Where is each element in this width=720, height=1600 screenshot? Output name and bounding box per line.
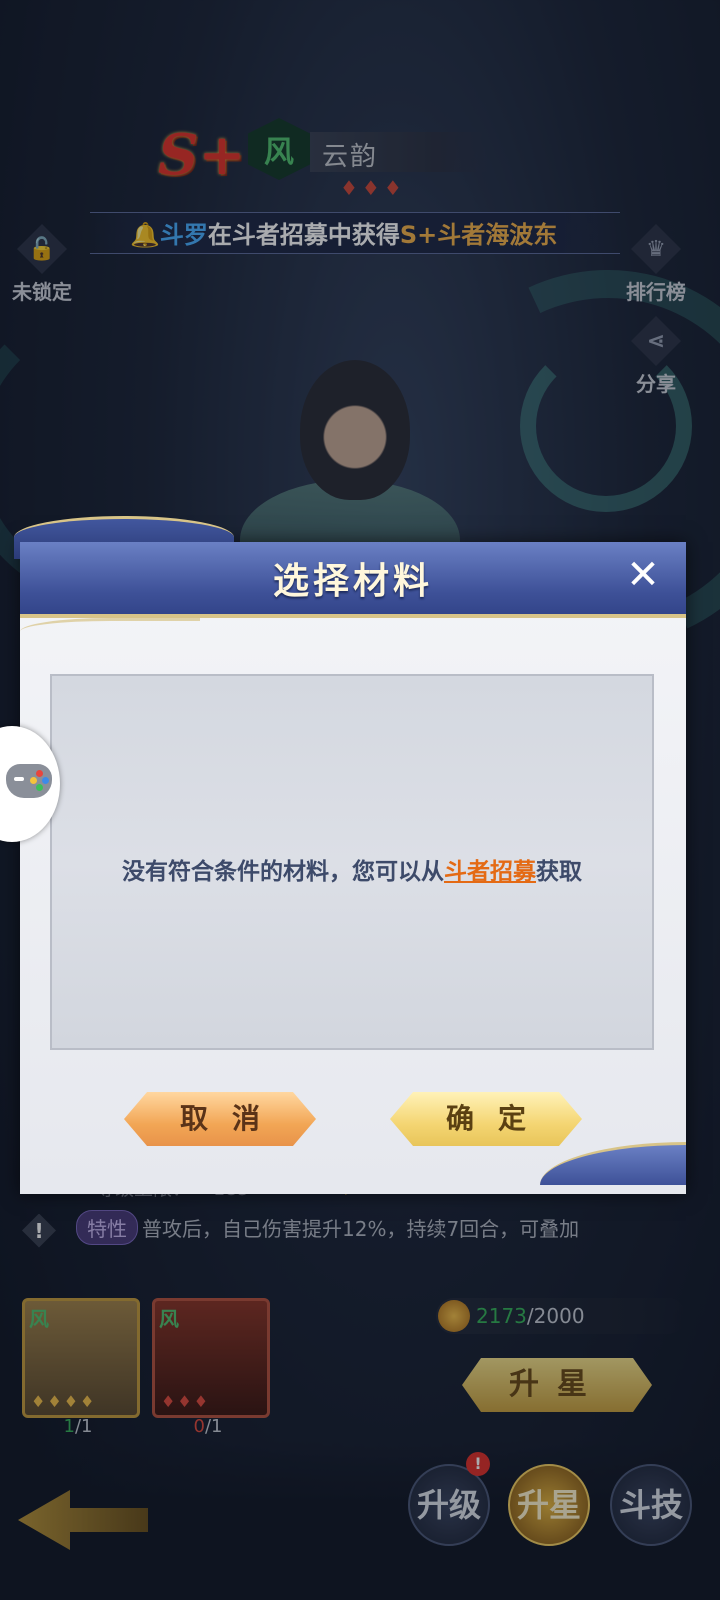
dialog-title: 选择材料: [272, 561, 433, 602]
confirm-button[interactable]: 确定: [390, 1092, 582, 1146]
empty-message: 没有符合条件的材料，您可以从斗者招募获取: [52, 852, 652, 886]
material-list-area: 没有符合条件的材料，您可以从斗者招募获取: [50, 674, 654, 1050]
close-icon[interactable]: ✕: [620, 552, 666, 598]
dialog-ornament: [20, 618, 200, 645]
cancel-button[interactable]: 取消: [124, 1092, 316, 1146]
recruit-link[interactable]: 斗者招募: [444, 859, 536, 885]
empty-message-suffix: 获取: [536, 859, 582, 885]
empty-message-prefix: 没有符合条件的材料，您可以从: [122, 859, 444, 885]
select-material-dialog: 选择材料 ✕ 没有符合条件的材料，您可以从斗者招募获取 取消 确定: [14, 516, 686, 1194]
dialog-ornament: [540, 1142, 686, 1185]
dialog-header: 选择材料 ✕: [20, 542, 686, 618]
gamepad-icon: [6, 764, 52, 798]
